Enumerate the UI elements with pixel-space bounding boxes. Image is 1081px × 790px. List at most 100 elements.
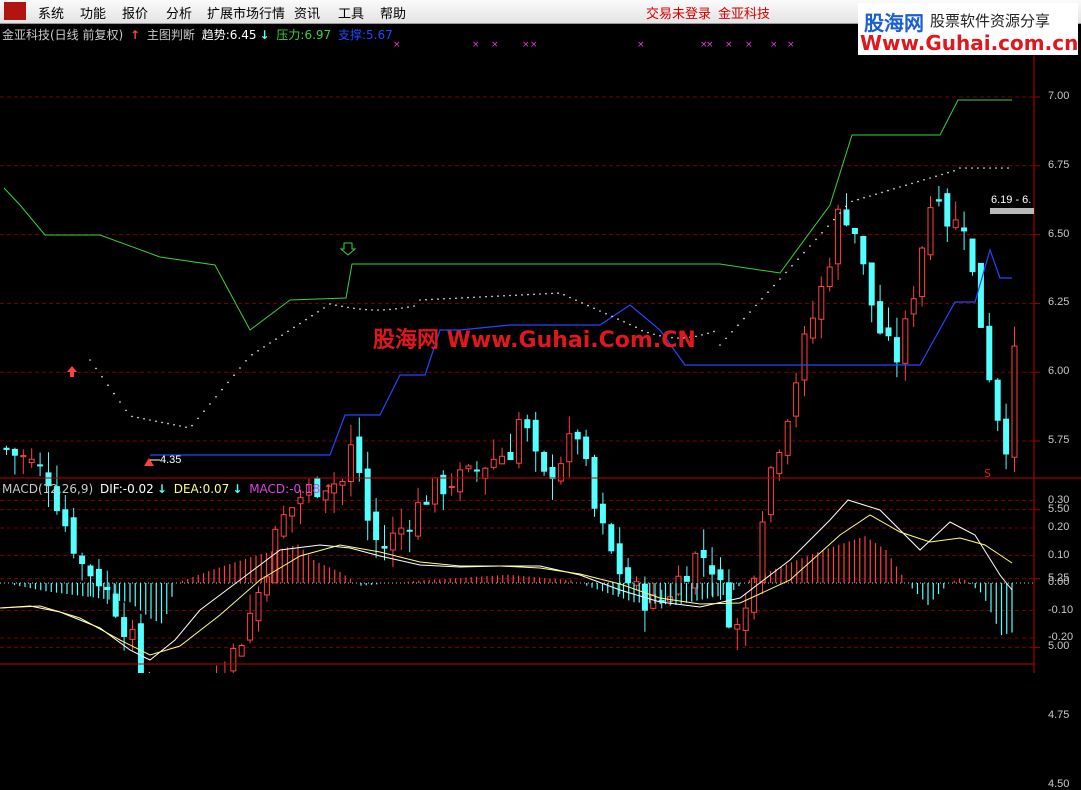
price-tick-label: 6.50 bbox=[1048, 227, 1070, 240]
macd-panel bbox=[0, 499, 1013, 661]
price-tick-label: 6.75 bbox=[1048, 158, 1070, 171]
center-watermark: 股海网 Www.Guhai.Com.CN bbox=[373, 328, 696, 353]
candle bbox=[79, 552, 86, 581]
low-price-label: 4.35 bbox=[160, 454, 182, 466]
candle bbox=[877, 284, 884, 335]
candle bbox=[952, 201, 959, 230]
candle bbox=[759, 511, 766, 594]
candle bbox=[482, 466, 489, 495]
support-label: 支撑: bbox=[338, 28, 367, 42]
dea-value: 0.07 bbox=[202, 482, 230, 496]
candle bbox=[473, 461, 480, 482]
candle bbox=[608, 522, 615, 554]
pressure-line bbox=[3, 99, 1012, 331]
candle bbox=[734, 617, 741, 651]
macd-value: -0.18 bbox=[289, 482, 321, 496]
candle bbox=[591, 454, 598, 517]
candle bbox=[238, 643, 245, 657]
dea-line bbox=[0, 514, 1013, 656]
candle bbox=[255, 586, 262, 632]
candle bbox=[457, 462, 464, 502]
price-tick-label: 6.25 bbox=[1048, 296, 1070, 309]
up-arrow-icon bbox=[67, 366, 77, 377]
low-marker-icon bbox=[144, 458, 154, 466]
candle bbox=[541, 450, 548, 476]
macd-tick-label: 0.10 bbox=[1048, 548, 1070, 561]
signal-x-marker: × bbox=[522, 40, 530, 50]
chart-title: 金亚科技(日线 前复权) bbox=[2, 28, 124, 42]
macd-label: MACD: bbox=[249, 482, 290, 496]
macd-tick-label: 0.30 bbox=[1048, 493, 1070, 506]
candle bbox=[868, 262, 875, 323]
candle bbox=[216, 665, 217, 673]
candle bbox=[583, 429, 590, 466]
pressure-value: 6.97 bbox=[304, 28, 332, 42]
candle bbox=[784, 419, 791, 465]
candle bbox=[87, 564, 94, 597]
candle bbox=[280, 505, 287, 539]
candle bbox=[406, 519, 413, 553]
candle bbox=[364, 451, 371, 541]
candle bbox=[625, 557, 632, 585]
candle bbox=[709, 547, 716, 596]
price-tick-label: 5.75 bbox=[1048, 434, 1070, 446]
down-arrow-icon: ↓ bbox=[156, 482, 167, 496]
candle bbox=[843, 193, 850, 227]
trend-label: 趋势: bbox=[201, 28, 230, 42]
candle bbox=[415, 487, 422, 540]
candle bbox=[448, 473, 455, 496]
candle bbox=[3, 445, 10, 455]
down-arrow-icon: ↓ bbox=[259, 28, 270, 42]
candle bbox=[507, 433, 514, 461]
candle bbox=[860, 235, 867, 275]
candle bbox=[532, 411, 539, 472]
candle bbox=[37, 452, 44, 477]
dif-value: -0.02 bbox=[122, 482, 154, 496]
candle bbox=[767, 465, 774, 523]
macd-header: MACD(12,26,9) DIF:-0.02 ↓ DEA:0.07 ↓ MACD:… bbox=[2, 482, 336, 496]
indicator-name: 主图判断 bbox=[146, 28, 195, 42]
signal-x-marker: × bbox=[725, 40, 733, 50]
up-arrow-icon: ↑ bbox=[130, 28, 141, 42]
trend-value: 6.45 bbox=[229, 28, 257, 42]
candle bbox=[490, 439, 497, 470]
watermark-slogan: 股票软件资源分享 bbox=[930, 12, 1051, 30]
signal-x-marker: × bbox=[706, 40, 714, 50]
candle bbox=[549, 454, 556, 500]
candle bbox=[1011, 326, 1018, 472]
candle bbox=[11, 447, 18, 475]
price-tick-label: 6.00 bbox=[1048, 365, 1070, 378]
candle bbox=[440, 470, 447, 511]
candle bbox=[994, 378, 1001, 432]
candle bbox=[793, 372, 800, 428]
price-tick-label: 7.00 bbox=[1048, 90, 1070, 102]
signal-x-marker: × bbox=[530, 40, 538, 50]
candle bbox=[910, 286, 917, 327]
candle bbox=[927, 196, 934, 261]
down-arrow-icon bbox=[339, 242, 357, 256]
candle bbox=[20, 449, 27, 474]
candle bbox=[70, 507, 77, 559]
macd-tick-label: -0.10 bbox=[1048, 603, 1074, 616]
dea-label: DEA: bbox=[173, 482, 203, 496]
candle bbox=[574, 429, 581, 455]
macd-tick-label: 0.20 bbox=[1048, 521, 1070, 533]
candle bbox=[935, 186, 942, 207]
candle bbox=[557, 456, 564, 485]
candle bbox=[465, 464, 472, 473]
signal-x-marker: × bbox=[787, 40, 795, 50]
macd-name: MACD(12,26,9) bbox=[2, 482, 94, 496]
last-price-bar bbox=[990, 208, 1034, 214]
candle bbox=[524, 414, 531, 442]
candle bbox=[717, 557, 724, 600]
last-price-label: 6.19 - 6. bbox=[991, 194, 1032, 206]
candle bbox=[431, 477, 438, 513]
candle bbox=[566, 416, 573, 478]
candle bbox=[809, 300, 816, 344]
candle bbox=[398, 508, 405, 550]
candle bbox=[776, 449, 783, 481]
candle bbox=[986, 312, 993, 383]
candle bbox=[700, 529, 707, 577]
candle bbox=[801, 326, 808, 397]
signal-x-marker: × bbox=[472, 40, 480, 50]
